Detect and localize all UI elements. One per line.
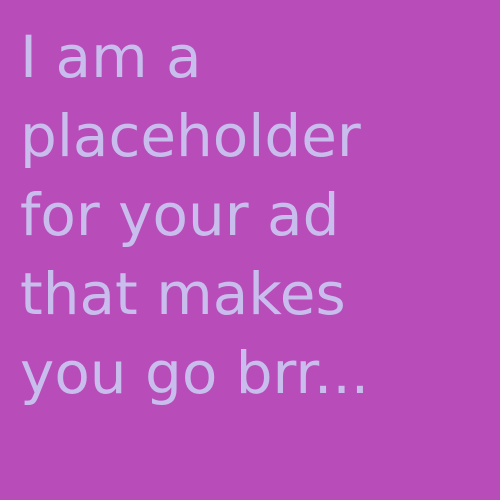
ad-placeholder-text: I am a placeholder for your ad that make… (20, 18, 490, 413)
ad-line-5: you go brr... (20, 339, 370, 407)
ad-line-2: placeholder (20, 102, 361, 170)
ad-line-3: for your ad (20, 181, 340, 249)
ad-line-1: I am a (20, 23, 202, 91)
ad-placeholder-panel: I am a placeholder for your ad that make… (0, 0, 500, 500)
ad-line-4: that makes (20, 260, 346, 328)
